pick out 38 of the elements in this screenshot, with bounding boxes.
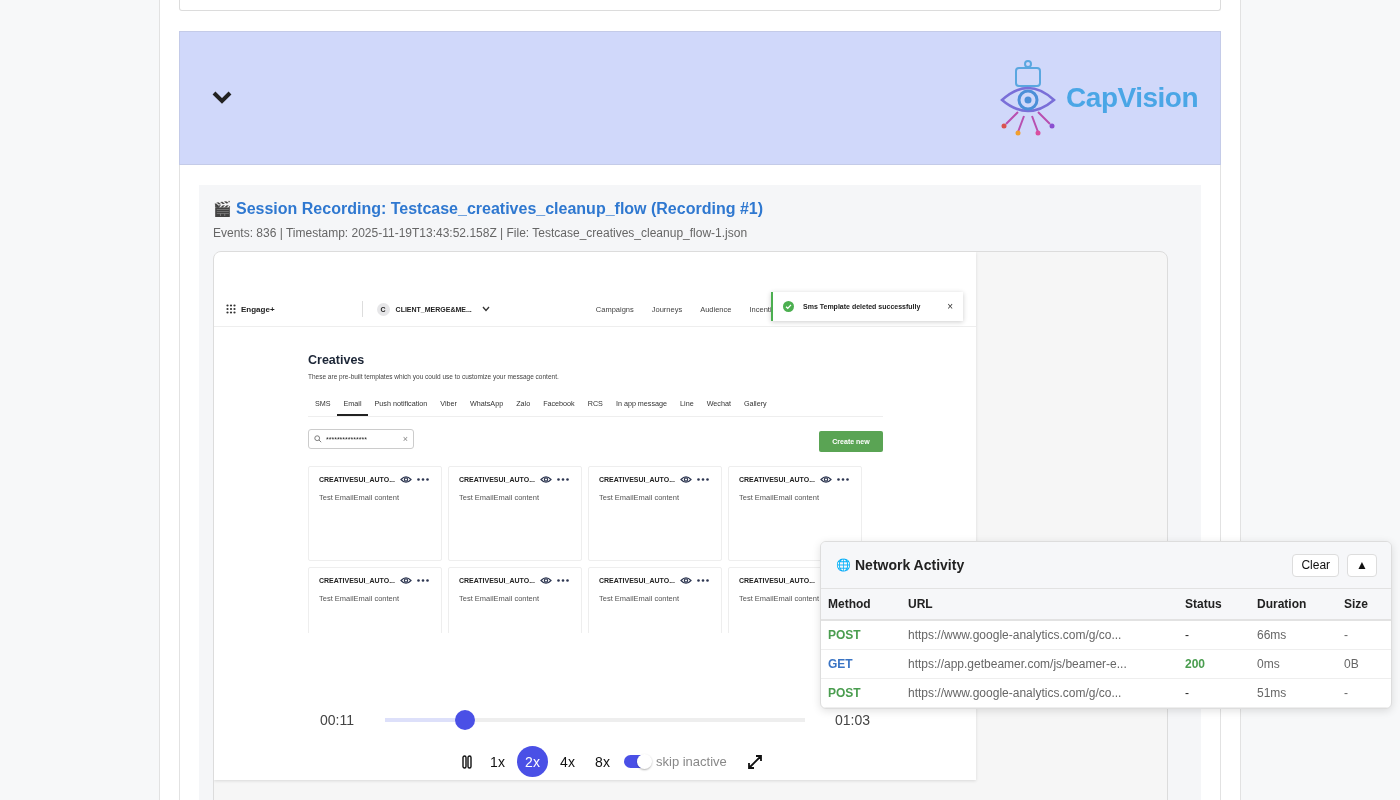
skip-label: skip inactive — [656, 754, 727, 769]
globe-icon: 🌐 — [836, 558, 851, 572]
speed-button[interactable]: 8x — [587, 746, 618, 777]
column-header: URL — [908, 597, 934, 611]
recording-meta: Events: 836 | Timestamp: 2025-11-19T13:43:52.158Z | File: Testcase_creatives_cleanup_flow-1.json — [213, 226, 749, 241]
brand-name: Engage+ — [241, 304, 275, 314]
recording-title: Session Recording: Testcase_creatives_cleanup_flow (Recording #1) — [236, 199, 763, 219]
status-cell-text: 200 — [1185, 657, 1207, 671]
clear-button[interactable]: Clear — [1292, 553, 1340, 577]
speed-button[interactable]: 4x — [552, 746, 583, 777]
size-cell-text: 0B — [1344, 657, 1360, 671]
collapse-button[interactable]: ▲ — [1347, 553, 1377, 577]
size-cell-text: - — [1344, 686, 1349, 700]
method-cell-text: POST — [828, 628, 862, 642]
url-cell-text: https://www.google-analytics.com/g/co... — [908, 628, 1123, 642]
duration-cell-text: 66ms — [1257, 628, 1288, 642]
url-cell-text: https://app.getbeamer.com/js/beamer-e... — [908, 657, 1128, 671]
speed-button[interactable]: 2x — [517, 746, 548, 777]
method-cell-text: GET — [828, 657, 854, 671]
total-time: 01:03 — [835, 712, 872, 728]
close-button[interactable]: × — [947, 301, 953, 312]
column-header: Method — [828, 597, 872, 611]
speed-button[interactable]: 1x — [482, 746, 513, 777]
current-time: 00:11 — [320, 712, 355, 728]
column-header: Status — [1185, 597, 1223, 611]
url-cell-text: https://www.google-analytics.com/g/co... — [908, 686, 1123, 700]
clapper-icon: 🎬 — [213, 199, 232, 219]
method-cell-text: POST — [828, 686, 862, 700]
size-cell-text: - — [1344, 628, 1349, 642]
status-cell-text: - — [1185, 628, 1190, 642]
logo-text: CapVision — [1066, 82, 1198, 114]
duration-cell-text: 0ms — [1257, 657, 1281, 671]
duration-cell-text: 51ms — [1257, 686, 1288, 700]
column-header: Duration — [1257, 597, 1308, 611]
status-cell-text: - — [1185, 686, 1190, 700]
page-heading: Creatives — [308, 353, 366, 367]
column-header: Size — [1344, 597, 1369, 611]
clear-button[interactable]: × — [402, 434, 408, 444]
